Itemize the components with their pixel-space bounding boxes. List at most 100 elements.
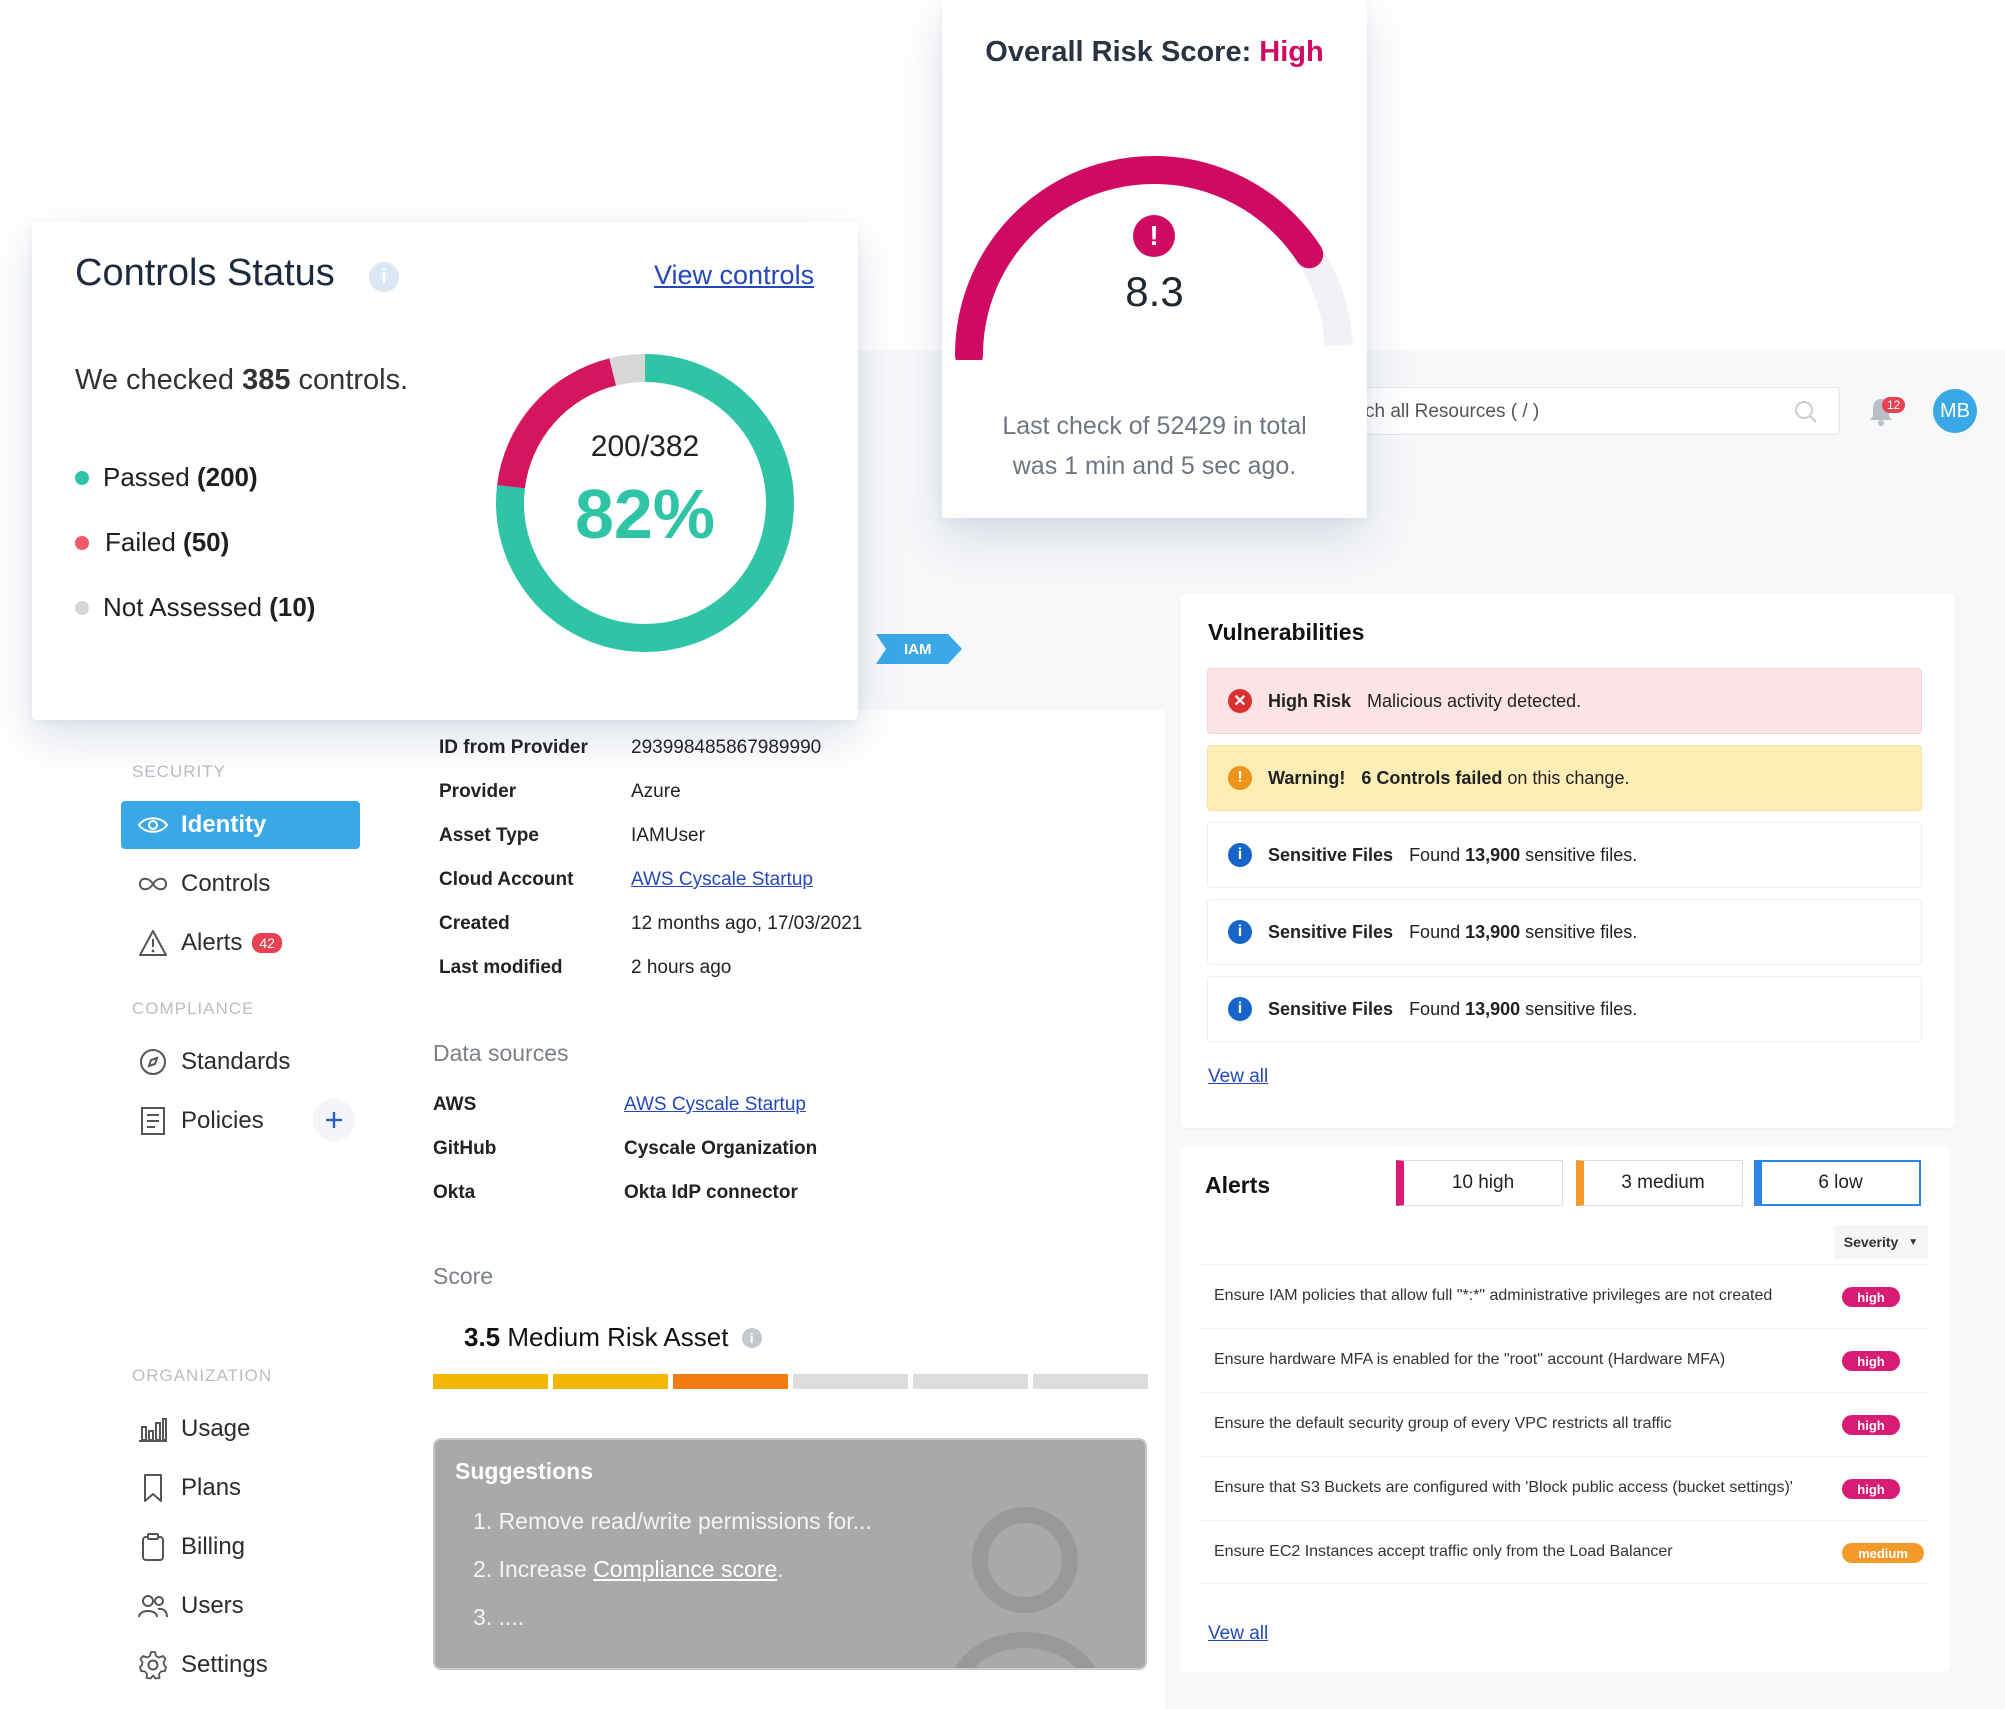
bar-chart-icon [133,1415,173,1443]
vulnerability-label: Sensitive Files [1268,921,1394,942]
controls-checked-count: 385 [242,364,291,396]
alerts-filter-medium[interactable]: 3 medium [1576,1160,1743,1206]
sidebar-item-billing[interactable]: Billing [121,1523,360,1571]
legend-count: (50) [183,527,230,557]
sidebar-item-alerts[interactable]: Alerts 42 [121,919,360,967]
severity-label: Severity [1843,1234,1899,1250]
suggestion-item-2: 2. Increase Compliance score. [473,1556,784,1583]
data-source-key-github: GitHub [433,1138,497,1159]
controls-ratio: 200/382 [590,430,700,463]
sidebar-item-users[interactable]: Users [121,1582,360,1630]
sidebar-item-controls[interactable]: Controls [121,860,360,908]
detail-key-last-modified: Last modified [439,957,563,978]
score-segment-3 [673,1374,788,1389]
eye-icon [133,811,173,839]
score-segment-4 [793,1374,908,1389]
clipboard-icon [133,1533,173,1561]
sidebar-item-label: Policies [181,1107,264,1134]
asset-score-value: 3.5 [464,1322,501,1352]
vulnerability-text: sensitive files. [1520,844,1638,865]
alert-row[interactable]: Ensure EC2 Instances accept traffic only… [1202,1520,1927,1584]
legend-count: (200) [196,462,258,492]
vulnerability-row-sensitive-1[interactable]: i Sensitive Files Found 13,900 sensitive… [1207,822,1922,888]
alert-row[interactable]: Ensure hardware MFA is enabled for the "… [1202,1328,1927,1392]
info-circle-icon: i [1228,920,1252,944]
alerts-filter-high[interactable]: 10 high [1396,1160,1563,1206]
warning-circle-icon: ! [1228,766,1252,790]
cloud-account-link[interactable]: AWS Cyscale Startup [631,869,813,891]
info-icon[interactable]: i [369,262,399,292]
sidebar-item-identity[interactable]: Identity [121,801,360,849]
view-controls-link[interactable]: View controls [654,260,814,291]
gauge-track [955,156,1353,356]
info-circle-icon: i [1228,843,1252,867]
alerts-view-all-link[interactable]: Vew all [1208,1623,1268,1645]
detail-key-created: Created [439,913,510,934]
info-icon[interactable]: i [741,1328,762,1348]
vulnerability-row-sensitive-2[interactable]: i Sensitive Files Found 13,900 sensitive… [1207,899,1922,965]
vulnerability-row-warning[interactable]: ! Warning! 6 Controls failed on this cha… [1207,745,1922,811]
severity-badge: high [1842,1415,1900,1435]
data-source-aws-link[interactable]: AWS Cyscale Startup [624,1094,806,1116]
sidebar-item-label: Usage [181,1415,251,1442]
donut-segment-not-assessed [609,354,646,386]
severity-sort-dropdown[interactable]: Severity ▼ [1834,1225,1928,1259]
detail-key-cloud-account: Cloud Account [439,869,574,890]
vulnerability-label: Sensitive Files [1268,844,1394,865]
search-icon[interactable] [1793,399,1819,431]
user-avatar[interactable]: MB [1933,389,1977,433]
vulnerability-label: Sensitive Files [1268,998,1394,1019]
detail-key-provider: Provider [439,781,517,802]
controls-checked-summary: We checked 385 controls. [75,364,408,397]
detail-key-asset-type: Asset Type [439,825,539,846]
notification-count-badge: 12 [1882,397,1906,413]
compliance-score-link[interactable]: Compliance score [593,1556,777,1582]
asset-score-label: Medium Risk Asset [500,1322,729,1352]
alert-circle-icon: ! [1133,215,1175,257]
legend-label: Not Assessed [103,592,270,622]
vulnerability-text: on this change. [1502,767,1630,788]
detail-key-id: ID from Provider [439,737,588,758]
notification-bell-button[interactable]: 12 [1864,393,1906,429]
alert-text: Ensure that S3 Buckets are configured wi… [1214,1479,1793,1496]
vulnerability-label: Warning! [1268,767,1346,788]
sidebar-item-usage[interactable]: Usage [121,1405,360,1453]
vulnerability-row-sensitive-3[interactable]: i Sensitive Files Found 13,900 sensitive… [1207,976,1922,1042]
detail-value-id: 293998485867989990 [631,737,822,758]
risk-score-title: Overall Risk Score: High [942,36,1367,69]
detail-value-asset-type: IAMUser [631,825,705,846]
iam-tag-label: IAM [904,641,932,658]
alert-row[interactable]: Ensure that S3 Buckets are configured wi… [1202,1456,1927,1520]
vulnerability-row-high-risk[interactable]: ✕ High Risk Malicious activity detected. [1207,668,1922,734]
sidebar-item-settings[interactable]: Settings [121,1641,360,1689]
add-policy-button[interactable] [313,1099,355,1141]
alerts-filter-low[interactable]: 6 low [1754,1160,1921,1206]
search-input[interactable]: ch all Resources ( / ) [1340,387,1840,435]
controls-status-title: Controls Status [75,252,335,294]
sidebar-heading-organization: ORGANIZATION [132,1366,273,1385]
data-source-key-okta: Okta [433,1182,476,1203]
detail-value-created: 12 months ago, 17/03/2021 [631,913,863,934]
asset-score: 3.5 Medium Risk Asset i [464,1322,762,1353]
controls-status-card: Controls Status i View controls We check… [32,222,858,720]
vulnerability-text: sensitive files. [1520,921,1638,942]
alert-text: Ensure IAM policies that allow full "*:*… [1214,1287,1773,1304]
gear-icon [133,1651,173,1680]
risk-last-check-line1: Last check of 52429 in total [1002,412,1307,440]
legend-dot-not-assessed [75,600,89,615]
score-segment-2 [553,1374,668,1389]
sidebar-item-label: Controls [181,870,271,897]
sidebar-item-plans[interactable]: Plans [121,1464,360,1512]
vulnerabilities-view-all-link[interactable]: Vew all [1208,1066,1268,1088]
vulnerability-bold: 6 Controls failed [1361,767,1503,788]
severity-badge: high [1842,1351,1900,1371]
sidebar-item-label: Settings [181,1651,268,1678]
vulnerability-label: High Risk [1268,690,1352,711]
alert-row[interactable]: Ensure the default security group of eve… [1202,1392,1927,1456]
alert-row[interactable]: Ensure IAM policies that allow full "*:*… [1202,1264,1927,1328]
vulnerability-bold: 13,900 [1465,998,1521,1019]
sidebar-item-standards[interactable]: Standards [121,1038,360,1086]
detail-value-provider: Azure [631,781,681,802]
vulnerability-bold: 13,900 [1465,921,1521,942]
sidebar-item-label: Identity [181,811,267,838]
